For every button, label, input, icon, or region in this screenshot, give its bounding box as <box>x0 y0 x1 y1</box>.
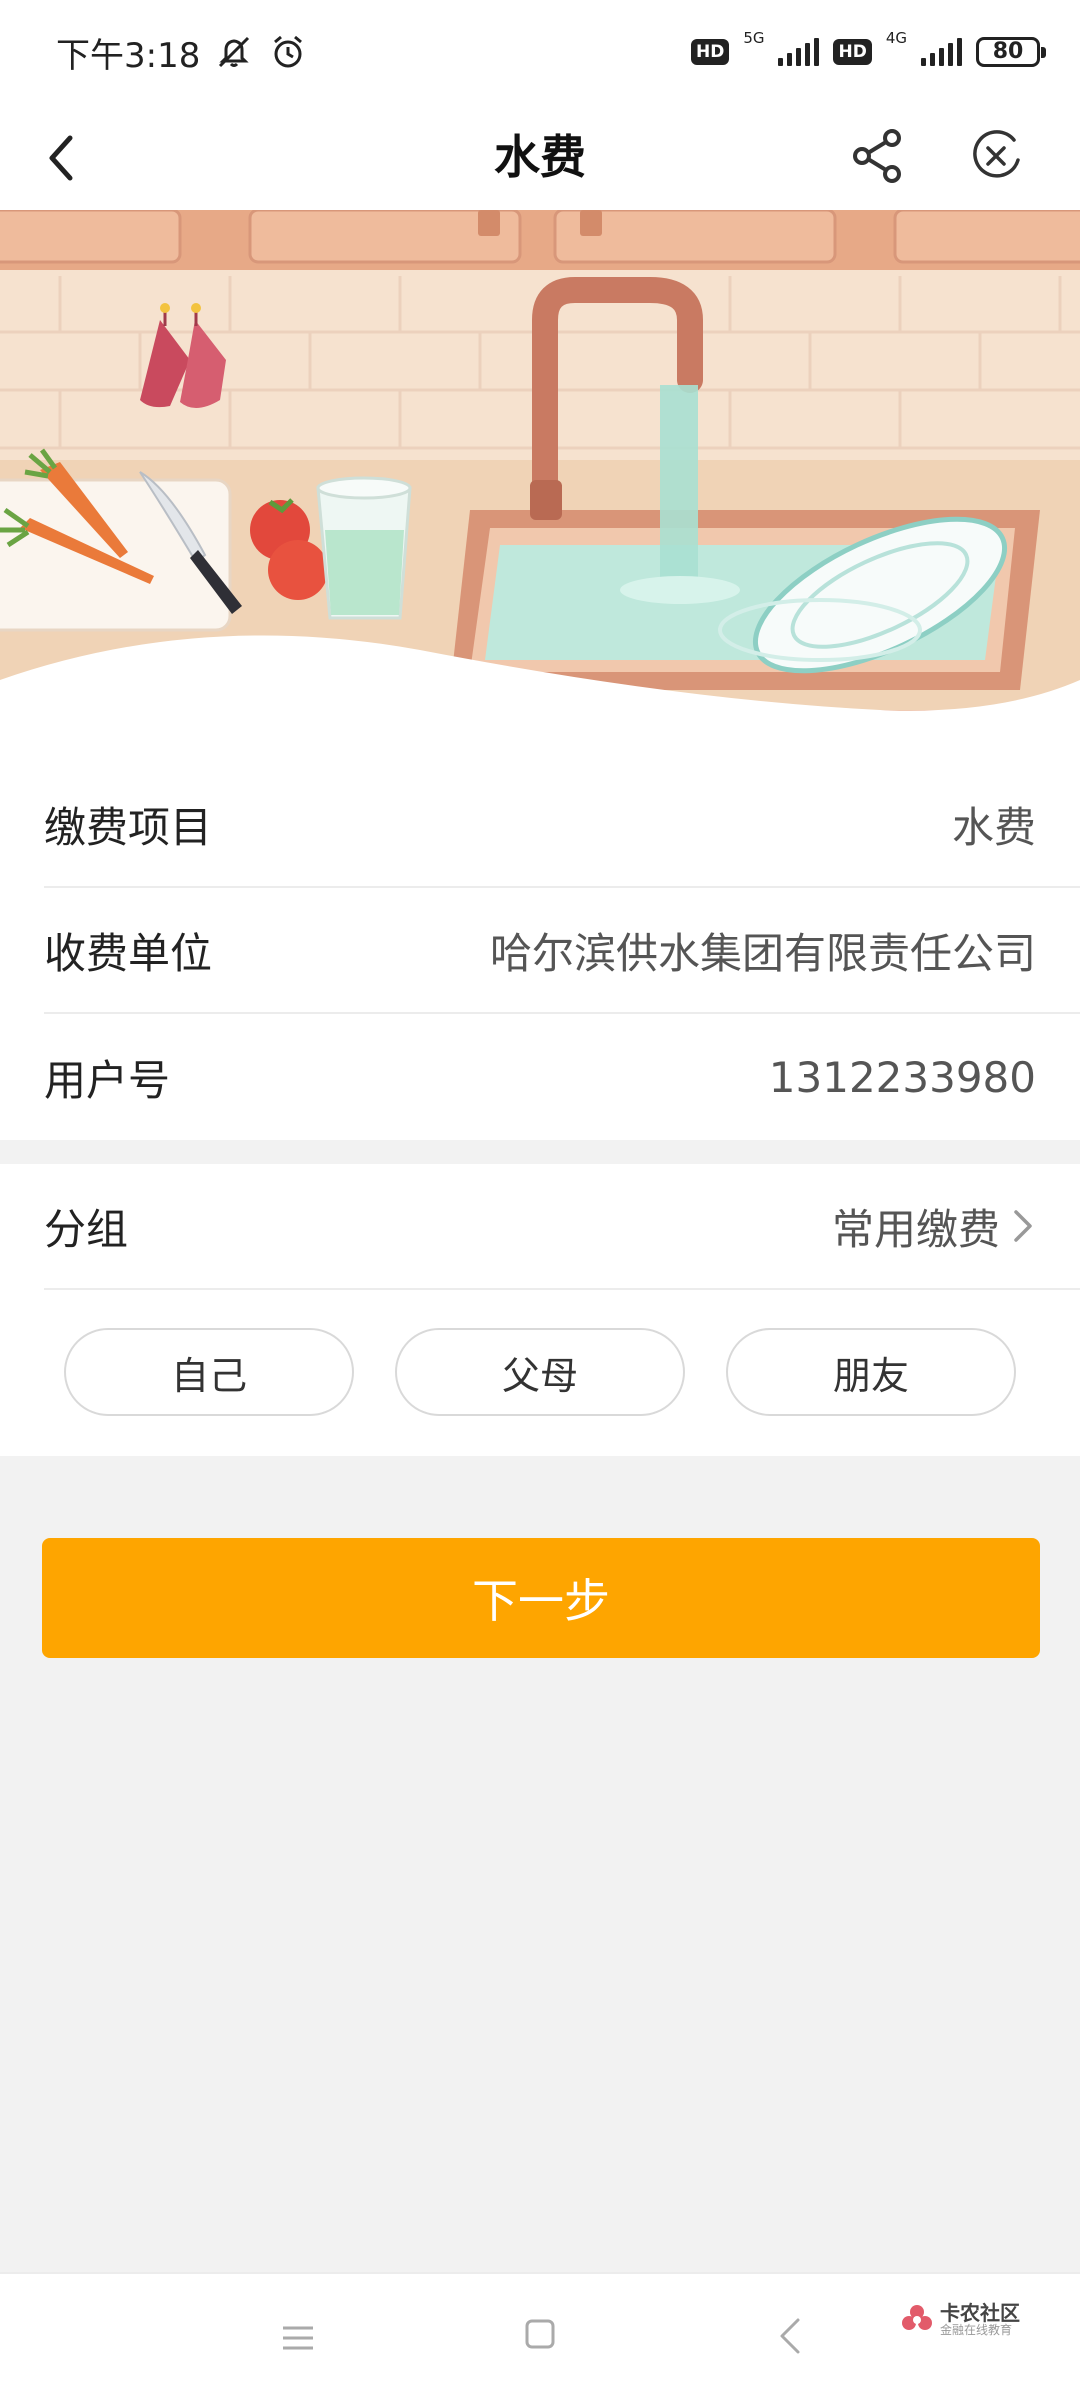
group-value: 常用缴费 <box>831 1204 1000 1254</box>
home-icon[interactable] <box>524 2318 556 2350</box>
status-bar: 下午3:18 HD 5G HD 4G 80 <box>0 0 1080 104</box>
group-value-wrap: 常用缴费 <box>832 1196 1036 1257</box>
chip-self[interactable]: 自己 <box>64 1328 354 1416</box>
system-back-icon[interactable] <box>776 2316 804 2356</box>
next-step-button[interactable]: 下一步 <box>42 1538 1040 1658</box>
chip-friends[interactable]: 朋友 <box>726 1328 1016 1416</box>
alarm-icon <box>274 35 303 68</box>
network-label-2: 4G <box>885 29 907 47</box>
chip-parents[interactable]: 父母 <box>395 1328 685 1416</box>
network-label-1: 5G <box>743 29 765 47</box>
status-left: 下午3:18 <box>56 28 308 77</box>
account-label: 用户号 <box>44 1055 171 1105</box>
account-row: 用户号 1312233980 <box>44 1014 1080 1140</box>
watermark-sub: 金融在线教育 <box>940 2323 1013 2337</box>
page-title: 水费 <box>494 130 586 184</box>
watermark-logo: 卡农社区 金融在线教育 <box>900 2302 1020 2337</box>
payee-row: 收费单位 哈尔滨供水集团有限责任公司 <box>44 888 1080 1014</box>
payee-value: 哈尔滨供水集团有限责任公司 <box>489 928 1036 978</box>
kitchen-sink-illustration <box>0 210 1080 762</box>
account-value: 1312233980 <box>768 1052 1036 1102</box>
battery-icon: 80 <box>976 37 1046 67</box>
nav-bar: 水费 <box>0 104 1080 210</box>
status-right: HD 5G HD 4G 80 <box>690 29 1046 67</box>
system-nav-bar: 卡农社区 金融在线教育 <box>0 2272 1080 2400</box>
group-label: 分组 <box>44 1204 129 1254</box>
close-icon[interactable] <box>966 126 1026 186</box>
signal-icon <box>778 38 820 66</box>
watermark-main: 卡农社区 <box>940 2301 1020 2325</box>
status-time: 下午3:18 <box>56 35 201 76</box>
share-icon[interactable] <box>848 126 908 186</box>
group-selector[interactable]: 分组 常用缴费 <box>44 1164 1080 1290</box>
payee-label: 收费单位 <box>44 928 213 978</box>
menu-icon[interactable] <box>280 2320 316 2356</box>
group-card: 分组 常用缴费 自己 父母 朋友 <box>0 1164 1080 1456</box>
banner-illustration <box>0 210 1080 762</box>
payment-item-value: 水费 <box>951 802 1036 852</box>
signal-icon-2 <box>921 38 962 66</box>
hd-badge-2: HD <box>833 39 872 65</box>
mute-icon <box>219 36 250 68</box>
flower-logo-icon <box>902 2304 932 2330</box>
chevron-right-icon <box>1014 1210 1032 1242</box>
payment-item-label: 缴费项目 <box>44 802 213 852</box>
hd-badge-1: HD <box>690 39 730 65</box>
watermark-text: 卡农社区 金融在线教育 <box>940 2302 1020 2337</box>
group-chips: 自己 父母 朋友 <box>0 1290 1080 1416</box>
payment-item-row: 缴费项目 水费 <box>44 762 1080 888</box>
bill-info-card: 缴费项目 水费 收费单位 哈尔滨供水集团有限责任公司 用户号 131223398… <box>0 762 1080 1140</box>
